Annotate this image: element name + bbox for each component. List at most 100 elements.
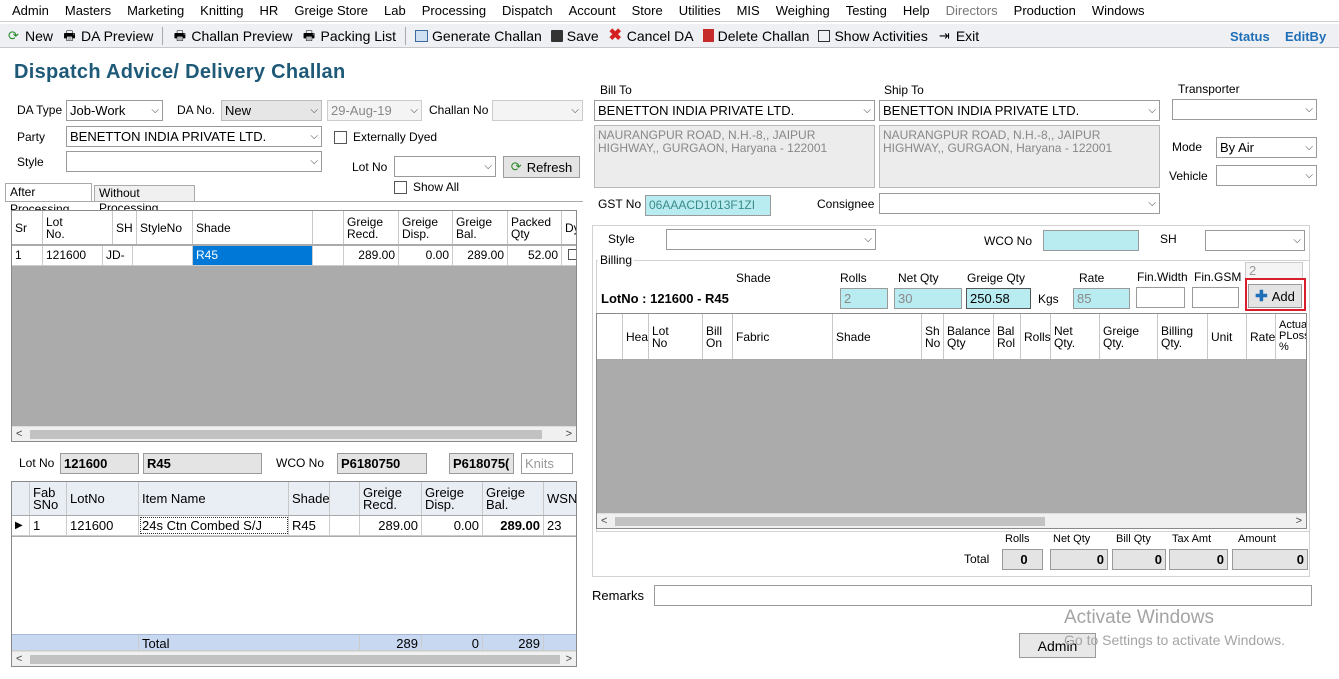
scroll-thumb[interactable] (30, 430, 542, 439)
gst-no-field: 06AAACD1013F1ZI (645, 195, 771, 216)
totals-spacer (12, 635, 139, 650)
da-no-select[interactable]: New ⌵ (221, 100, 322, 121)
chevron-down-icon: ⌵ (151, 105, 159, 116)
show-all-checkbox[interactable] (394, 181, 407, 194)
menu-item-testing[interactable]: Testing (838, 1, 895, 21)
date-picker[interactable]: 29-Aug-19 ⌵ (327, 100, 422, 121)
da-type-select[interactable]: Job-Work ⌵ (66, 100, 163, 121)
printer-icon: 🖶 (63, 27, 76, 43)
remarks-input[interactable] (654, 585, 1312, 606)
menu-item-mis[interactable]: MIS (729, 1, 768, 21)
challan-preview-label: Challan Preview (191, 27, 293, 44)
tab-without-processing[interactable]: Without Processing (94, 185, 195, 215)
item-grid-hscroll[interactable]: < > (12, 651, 576, 666)
menu-item-weighing[interactable]: Weighing (768, 1, 838, 21)
party-select[interactable]: BENETTON INDIA PRIVATE LTD. ⌵ (66, 126, 322, 147)
vehicle-select[interactable]: ⌵ (1216, 165, 1317, 186)
scroll-left-icon[interactable]: < (601, 514, 607, 528)
menu-item-greige-store[interactable]: Greige Store (286, 1, 376, 21)
ship-to-value: BENETTON INDIA PRIVATE LTD. (883, 103, 1080, 118)
menu-item-processing[interactable]: Processing (414, 1, 494, 21)
col-greige-qty-label: Greige Qty (967, 271, 1026, 285)
menu-item-dispatch[interactable]: Dispatch (494, 1, 561, 21)
chevron-down-icon: ⌵ (310, 131, 318, 142)
cell: 121600 (43, 246, 103, 265)
lot-no-select[interactable]: ⌵ (394, 156, 496, 177)
menu-item-directors[interactable]: Directors (938, 1, 1006, 21)
fin-gsm-input[interactable] (1192, 287, 1239, 308)
ship-to-select[interactable]: BENETTON INDIA PRIVATE LTD. ⌵ (879, 100, 1160, 121)
fin-width-input[interactable] (1136, 287, 1185, 308)
refresh-button[interactable]: ⟳ Refresh (503, 156, 580, 178)
cell-focused[interactable]: 24s Ctn Combed S/J (139, 516, 289, 535)
challan-no-label: Challan No (429, 103, 489, 117)
editby-link[interactable]: EditBy (1285, 24, 1326, 48)
cancel-da-button[interactable]: ✖ Cancel DA (608, 27, 694, 44)
challan-preview-button[interactable]: 🖶 Challan Preview (172, 27, 293, 44)
party-value: BENETTON INDIA PRIVATE LTD. (70, 129, 267, 144)
delete-challan-button[interactable]: Delete Challan (702, 28, 809, 44)
scroll-right-icon[interactable]: > (566, 652, 572, 666)
da-preview-button[interactable]: 🖶 DA Preview (62, 28, 153, 44)
scroll-right-icon[interactable]: > (1296, 514, 1302, 528)
row-checkbox[interactable] (562, 246, 576, 265)
toolbar: ⟳ New 🖶 DA Preview 🖶 Challan Preview 🖶 Packi… (0, 24, 1339, 48)
table-row[interactable]: 1 121600 JD- R45 289.00 0.00 289.00 52.0… (12, 246, 576, 266)
col-rolls-label: Rolls (840, 271, 867, 285)
challan-no-select[interactable]: ⌵ (492, 100, 583, 121)
table-row[interactable]: ▶ 1 121600 24s Ctn Combed S/J R45 289.00… (12, 516, 576, 536)
column-header: Sr (12, 211, 43, 244)
packing-list-button[interactable]: 🖶 Packing List (302, 28, 396, 44)
column-header: Fab SNo (30, 482, 67, 515)
scroll-right-icon[interactable]: > (566, 427, 572, 441)
menu-item-windows[interactable]: Windows (1084, 1, 1153, 21)
mode-select[interactable]: By Air ⌵ (1216, 137, 1317, 158)
rolls-field: 2 (840, 288, 888, 309)
billing-grid-hscroll[interactable]: < > (597, 513, 1306, 528)
consignee-select[interactable]: ⌵ (879, 193, 1160, 214)
style-select[interactable]: ⌵ (66, 151, 322, 172)
menu-item-store[interactable]: Store (624, 1, 671, 21)
scroll-left-icon[interactable]: < (16, 652, 22, 666)
menu-item-utilities[interactable]: Utilities (671, 1, 729, 21)
transporter-select[interactable]: ⌵ (1172, 99, 1317, 120)
new-button[interactable]: ⟳ New (6, 28, 53, 44)
totals-amount-label: Amount (1238, 533, 1276, 545)
billing-sh-select[interactable]: ⌵ (1205, 230, 1305, 251)
greige-qty-input[interactable]: 250.58 (966, 288, 1031, 309)
generate-challan-button[interactable]: Generate Challan (415, 28, 542, 44)
billing-top-small-field: 2 (1245, 262, 1303, 279)
externally-dyed-label: Externally Dyed (353, 130, 438, 144)
menu-item-hr[interactable]: HR (252, 1, 287, 21)
menu-item-marketing[interactable]: Marketing (119, 1, 192, 21)
menu-item-lab[interactable]: Lab (376, 1, 414, 21)
show-activities-button[interactable]: Show Activities (818, 28, 928, 44)
bill-to-select[interactable]: BENETTON INDIA PRIVATE LTD. ⌵ (594, 100, 875, 121)
externally-dyed-checkbox[interactable] (334, 131, 347, 144)
billing-style-select[interactable]: ⌵ (666, 229, 876, 250)
save-button[interactable]: Save (550, 28, 599, 44)
menu-item-help[interactable]: Help (895, 1, 938, 21)
column-header: Packed Qty (508, 211, 562, 244)
checkbox[interactable] (568, 249, 576, 260)
menu-item-masters[interactable]: Masters (57, 1, 119, 21)
scroll-left-icon[interactable]: < (16, 427, 22, 441)
menu-item-production[interactable]: Production (1006, 1, 1084, 21)
lot-grid-hscroll[interactable]: < > (12, 426, 576, 441)
column-header: Actual PLoss % (1276, 314, 1306, 359)
status-link[interactable]: Status (1230, 24, 1270, 48)
tab-after-processing[interactable]: After Processing (5, 183, 92, 216)
knits-input[interactable]: Knits (521, 453, 573, 474)
column-header (330, 482, 360, 515)
cell (313, 246, 344, 265)
da-no-label: DA No. (177, 103, 216, 117)
cell: 289.00 (344, 246, 399, 265)
menu-item-admin[interactable]: Admin (4, 1, 57, 21)
column-header: Fabric (733, 314, 833, 359)
scroll-thumb[interactable] (30, 655, 560, 664)
cell-selected[interactable]: R45 (193, 246, 313, 265)
scroll-thumb[interactable] (615, 517, 1045, 526)
exit-button[interactable]: ⇥ Exit (937, 28, 979, 44)
menu-item-knitting[interactable]: Knitting (192, 1, 251, 21)
menu-item-account[interactable]: Account (561, 1, 624, 21)
